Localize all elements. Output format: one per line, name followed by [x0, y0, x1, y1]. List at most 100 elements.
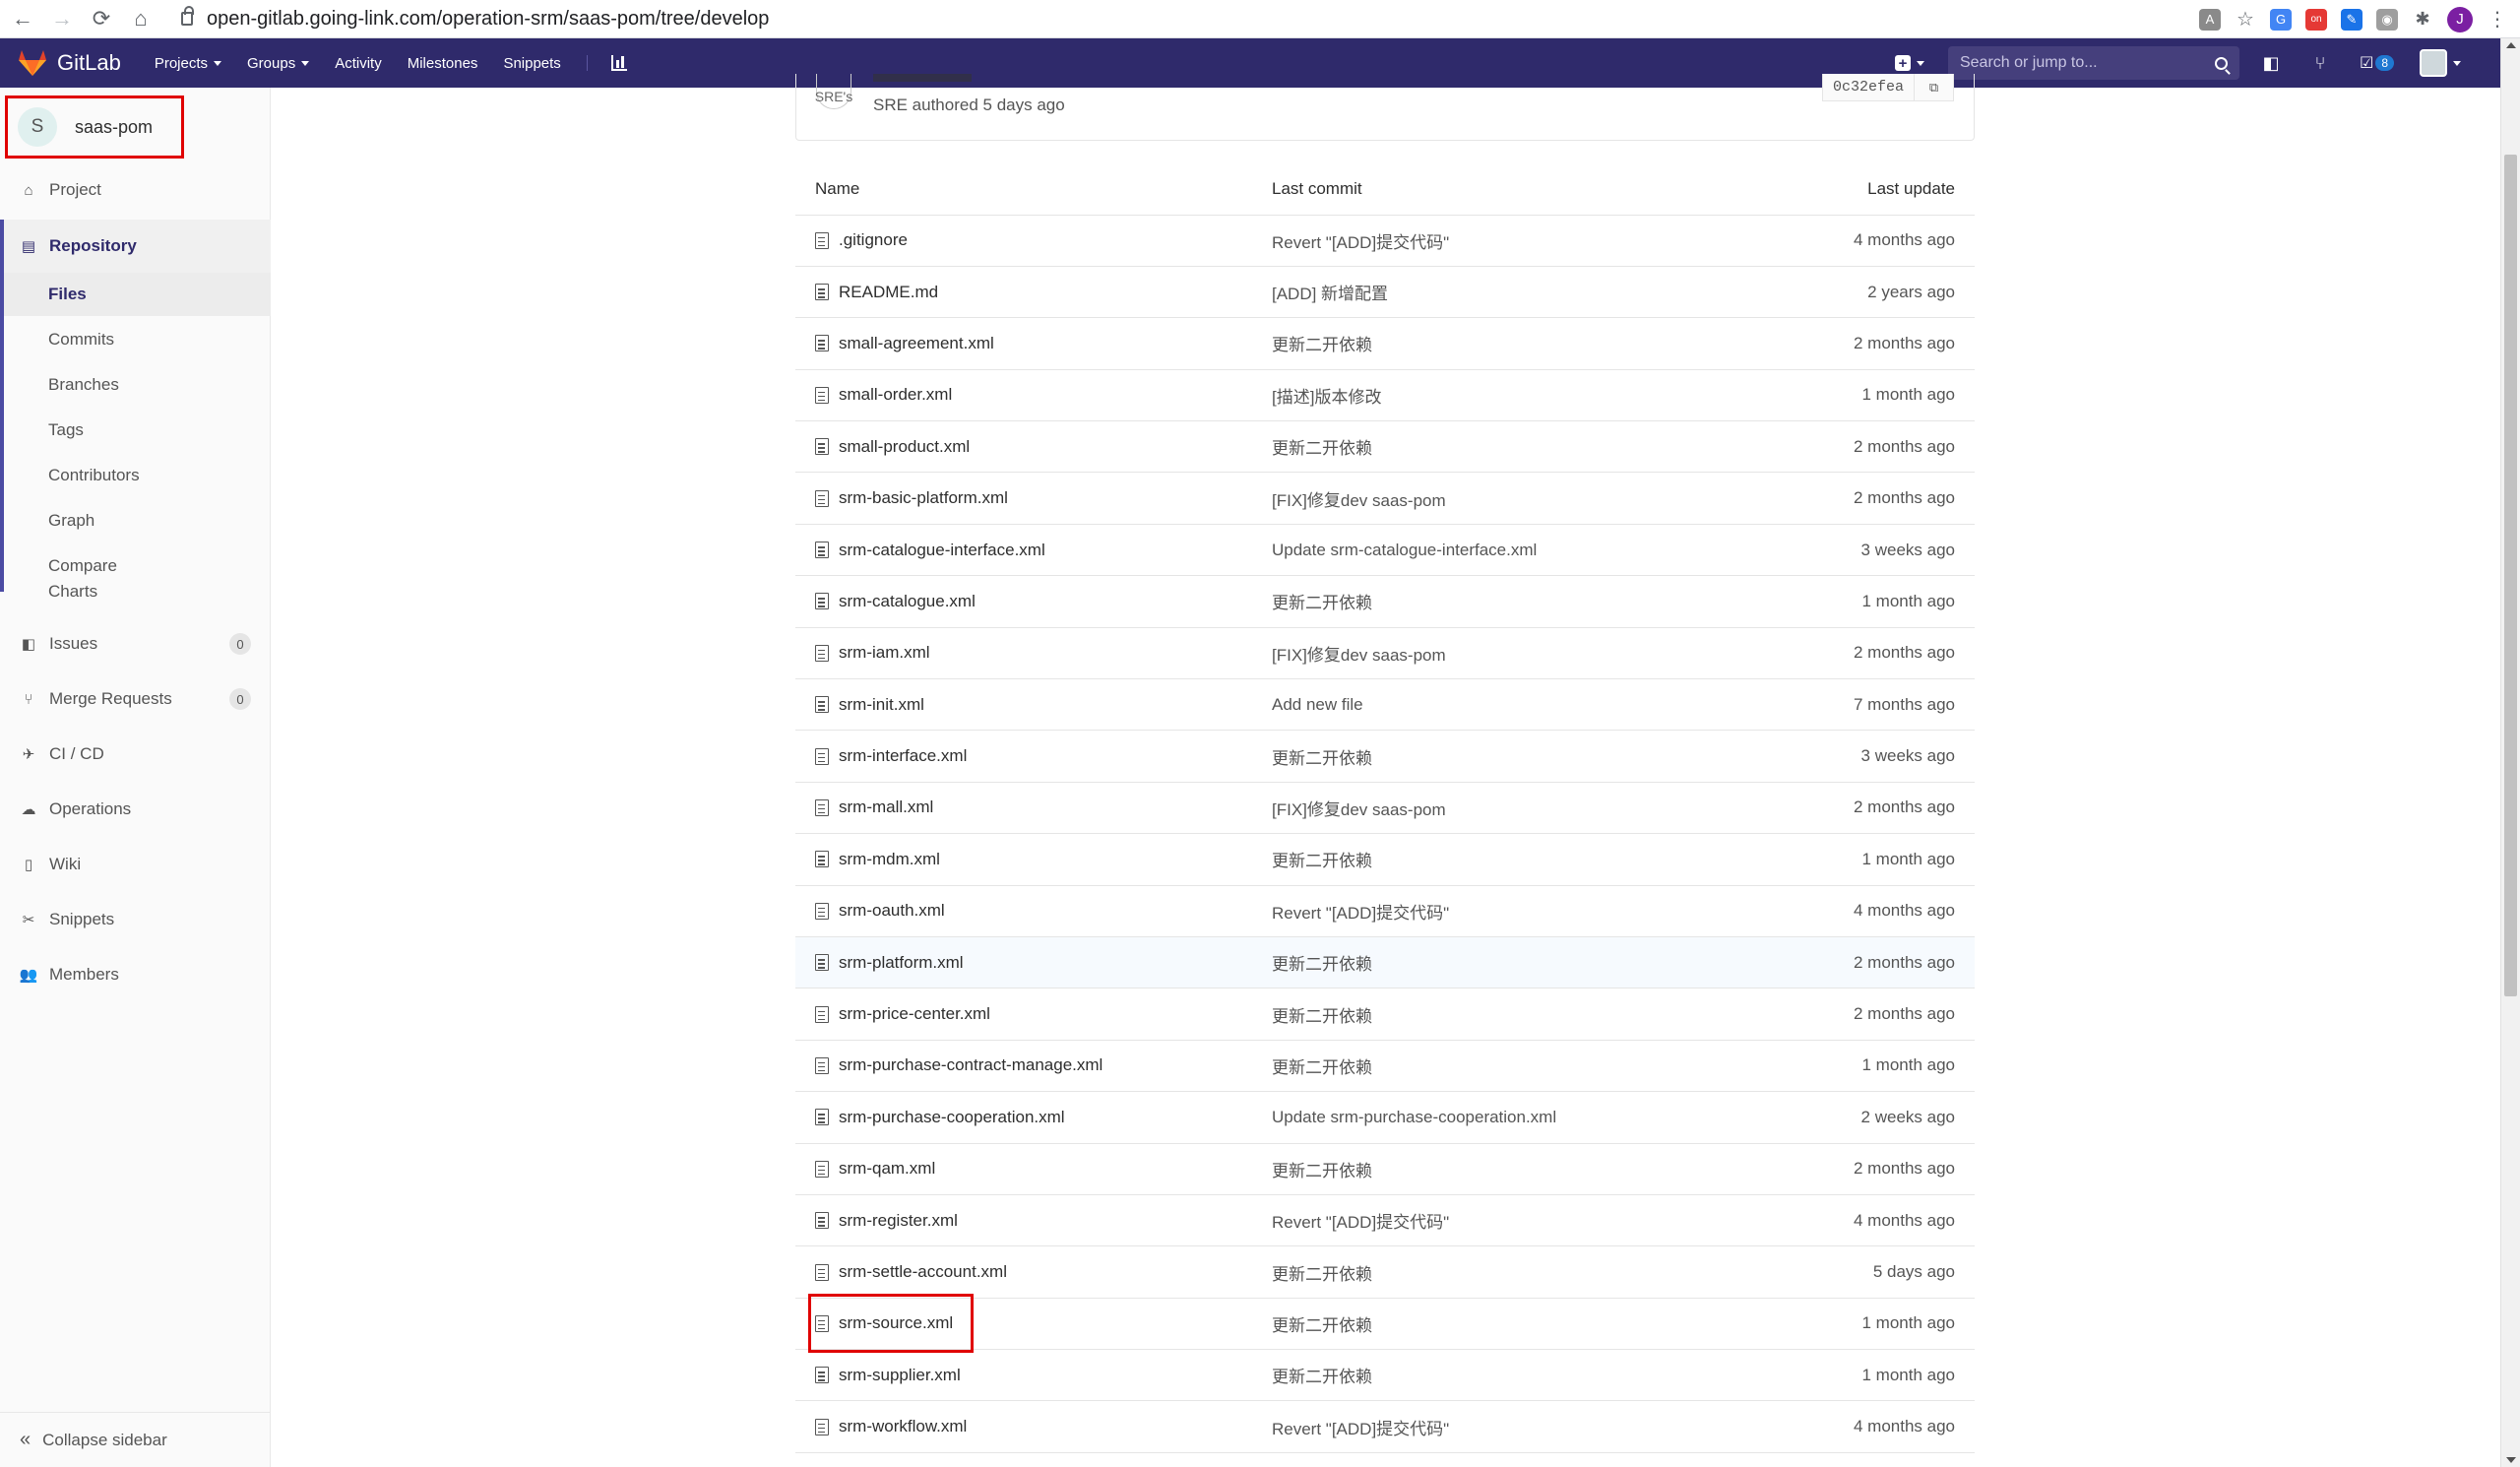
menu-snippets[interactable]: Snippets [503, 55, 560, 72]
menu-kebab-icon[interactable]: ⋮ [2487, 9, 2508, 31]
puzzle-icon[interactable]: ✱ [2412, 9, 2433, 31]
menu-projects[interactable]: Projects [155, 55, 222, 72]
menu-groups[interactable]: Groups [247, 55, 310, 72]
sidebar-item-project[interactable]: ⌂ Project [0, 170, 271, 210]
file-name[interactable]: small-order.xml [839, 385, 952, 405]
commit-author-avatar[interactable]: SRE's [815, 74, 852, 109]
scroll-up-arrow-icon[interactable] [2506, 42, 2516, 48]
commit-message[interactable]: [ADD] 新增配置 [1272, 266, 1748, 319]
ext-grey-icon[interactable]: ◉ [2376, 8, 2398, 31]
scroll-down-arrow-icon[interactable] [2506, 1457, 2516, 1463]
commit-message[interactable]: [FIX]修复dev saas-pom [1272, 627, 1748, 680]
commit-sha[interactable]: 0c32efea [1821, 74, 1915, 101]
file-name[interactable]: README.md [839, 283, 938, 302]
commit-title[interactable] [873, 74, 981, 84]
commit-message[interactable]: 更新二开依赖 [1272, 420, 1748, 474]
commit-message[interactable]: 更新二开依赖 [1272, 1349, 1748, 1402]
file-link[interactable]: srm-purchase-contract-manage.xml [815, 1055, 1272, 1075]
file-name[interactable]: srm-qam.xml [839, 1159, 935, 1179]
commit-message[interactable]: 更新二开依赖 [1272, 935, 1748, 989]
commit-message[interactable]: 更新二开依赖 [1272, 1245, 1748, 1299]
profile-avatar[interactable]: J [2447, 6, 2473, 32]
ext-red-icon[interactable]: on [2305, 8, 2327, 31]
sidebar-item-cicd[interactable]: ✈ CI / CD [0, 734, 271, 774]
file-link[interactable]: srm-qam.xml [815, 1159, 1272, 1179]
file-link[interactable]: srm-supplier.xml [815, 1366, 1272, 1385]
commit-message[interactable]: 更新二开依赖 [1272, 1298, 1748, 1351]
file-link[interactable]: srm-platform.xml [815, 953, 1272, 973]
file-link[interactable]: srm-workflow.xml [815, 1417, 1272, 1436]
table-row[interactable]: srm-catalogue.xml 更新二开依赖 1 month ago [795, 575, 1975, 628]
menu-milestones[interactable]: Milestones [408, 55, 478, 72]
commit-message[interactable]: 更新二开依赖 [1272, 1040, 1748, 1093]
commit-message[interactable]: [FIX]修复dev saas-pom [1272, 782, 1748, 835]
table-row[interactable]: srm-qam.xml 更新二开依赖 2 months ago [795, 1143, 1975, 1195]
table-row[interactable]: srm-purchase-contract-manage.xml 更新二开依赖 1 … [795, 1040, 1975, 1093]
sidebar-item-repository[interactable]: ▤ Repository [0, 220, 271, 273]
address-bar[interactable]: open-gitlab.going-link.com/operation-srm… [181, 6, 769, 31]
file-name[interactable]: srm-catalogue.xml [839, 592, 976, 611]
sidebar-subitem-files[interactable]: Files [4, 273, 271, 316]
file-link[interactable]: srm-catalogue-interface.xml [815, 541, 1272, 560]
sidebar-subitem-contributors[interactable]: Contributors [4, 454, 271, 497]
sidebar-item-merge-requests[interactable]: ⑂ Merge Requests 0 [0, 679, 271, 719]
analytics-chart-icon[interactable] [586, 55, 627, 71]
table-row[interactable]: srm-mall.xml [FIX]修复dev saas-pom 2 months … [795, 782, 1975, 835]
file-link[interactable]: srm-mall.xml [815, 797, 1272, 817]
commit-message[interactable]: 更新二开依赖 [1272, 988, 1748, 1041]
file-name[interactable]: small-agreement.xml [839, 334, 994, 353]
file-name[interactable]: srm-catalogue-interface.xml [839, 541, 1045, 560]
file-link[interactable]: small-product.xml [815, 437, 1272, 457]
file-name[interactable]: srm-settle-account.xml [839, 1262, 1007, 1282]
commit-message[interactable]: 更新二开依赖 [1272, 1143, 1748, 1195]
file-link[interactable]: srm-interface.xml [815, 746, 1272, 766]
commit-message[interactable]: 更新二开依赖 [1272, 575, 1748, 628]
issues-icon[interactable]: ◧ [2261, 53, 2281, 73]
file-link[interactable]: README.md [815, 283, 1272, 302]
table-row[interactable]: small-product.xml 更新二开依赖 2 months ago [795, 420, 1975, 474]
file-name[interactable]: srm-workflow.xml [839, 1417, 967, 1436]
star-icon[interactable]: ☆ [2235, 9, 2256, 31]
file-name[interactable]: srm-platform.xml [839, 953, 964, 973]
file-name[interactable]: srm-basic-platform.xml [839, 488, 1008, 508]
file-link[interactable]: small-agreement.xml [815, 334, 1272, 353]
file-link[interactable]: srm-oauth.xml [815, 901, 1272, 921]
collapse-sidebar-button[interactable]: « Collapse sidebar [0, 1412, 271, 1467]
file-link[interactable]: srm-register.xml [815, 1211, 1272, 1231]
file-name[interactable]: srm-purchase-cooperation.xml [839, 1108, 1065, 1127]
sidebar-item-snippets[interactable]: ✂ Snippets [0, 900, 271, 939]
file-name[interactable]: srm-init.xml [839, 695, 924, 715]
gitlab-logo[interactable]: GitLab [18, 49, 121, 77]
table-row[interactable]: srm-settle-account.xml 更新二开依赖 5 days ago [795, 1245, 1975, 1299]
file-link[interactable]: srm-mdm.xml [815, 850, 1272, 869]
search-input[interactable]: Search or jump to... [1947, 46, 2239, 80]
table-row[interactable]: srm-iam.xml [FIX]修复dev saas-pom 2 months a… [795, 627, 1975, 680]
table-row[interactable]: srm-platform.xml 更新二开依赖 2 months ago [795, 935, 1975, 989]
commit-message[interactable]: Update srm-purchase-cooperation.xml [1272, 1091, 1748, 1144]
file-link[interactable]: .gitignore [815, 230, 1272, 250]
sidebar-item-wiki[interactable]: ▯ Wiki [0, 845, 271, 884]
home-icon[interactable]: ⌂ [124, 2, 158, 35]
table-row[interactable]: srm-workflow.xml Revert "[ADD]提交代码" 4 mont… [795, 1400, 1975, 1453]
commit-message[interactable]: Revert "[ADD]提交代码" [1272, 885, 1748, 937]
file-link[interactable]: srm-iam.xml [815, 643, 1272, 663]
table-row[interactable]: srm-basic-platform.xml [FIX]修复dev saas-po… [795, 472, 1975, 525]
file-name[interactable]: srm-mall.xml [839, 797, 933, 817]
file-name[interactable]: srm-supplier.xml [839, 1366, 961, 1385]
commit-message[interactable]: 更新二开依赖 [1272, 730, 1748, 783]
file-name[interactable]: srm-mdm.xml [839, 850, 940, 869]
table-row[interactable]: .gitignore Revert "[ADD]提交代码" 4 months ago [795, 215, 1975, 267]
file-name[interactable]: small-product.xml [839, 437, 970, 457]
file-link[interactable]: small-order.xml [815, 385, 1272, 405]
file-name[interactable]: .gitignore [839, 230, 908, 250]
commit-message[interactable]: [描述]版本修改 [1272, 369, 1748, 422]
table-row[interactable]: srm-mdm.xml 更新二开依赖 1 month ago [795, 833, 1975, 886]
translate-ext-icon[interactable]: G [2270, 8, 2292, 31]
table-row[interactable]: srm-register.xml Revert "[ADD]提交代码" 4 mont… [795, 1194, 1975, 1247]
table-row[interactable]: small-agreement.xml 更新二开依赖 2 months ago [795, 317, 1975, 370]
page-scrollbar[interactable] [2500, 38, 2520, 1467]
sidebar-subitem-commits[interactable]: Commits [4, 318, 271, 361]
commit-message[interactable]: [FIX]修复dev saas-pom [1272, 472, 1748, 525]
file-name[interactable]: srm-source.xml [839, 1313, 953, 1333]
table-row[interactable]: srm-source.xml 更新二开依赖 1 month ago [795, 1298, 1975, 1351]
